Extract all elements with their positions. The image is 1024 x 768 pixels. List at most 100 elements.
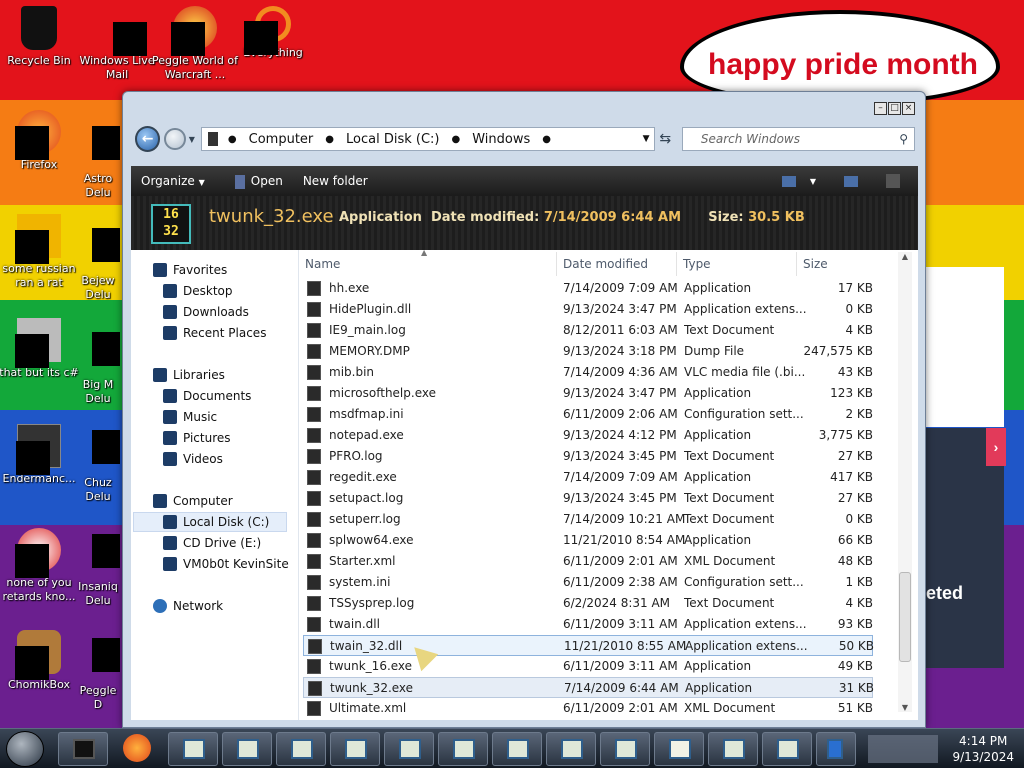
taskbar-app-button[interactable]: [546, 732, 596, 766]
taskbar-app-button[interactable]: [168, 732, 218, 766]
taskbar-app-button[interactable]: [708, 732, 758, 766]
taskbar-app-button[interactable]: [816, 732, 856, 766]
scrollbar-thumb[interactable]: [899, 572, 911, 662]
nav-documents[interactable]: Documents: [163, 386, 251, 406]
file-row[interactable]: PFRO.log 9/13/2024 3:45 PM Text Document 27…: [303, 446, 873, 467]
help-icon[interactable]: [886, 174, 900, 188]
file-row[interactable]: Starter.xml 6/11/2009 2:01 AM XML Document…: [303, 551, 873, 572]
taskbar-explorer-button[interactable]: [58, 732, 108, 766]
desktop-icon-recycle-bin[interactable]: Recycle Bin: [0, 6, 82, 68]
next-arrow-icon[interactable]: ›: [986, 428, 1006, 466]
breadcrumb-separator[interactable]: ●: [542, 134, 551, 145]
close-button[interactable]: ×: [902, 102, 915, 115]
file-row[interactable]: twain.dll 6/11/2009 3:11 AM Application ex…: [303, 614, 873, 635]
explorer-window[interactable]: – □ × ← ▼ ● Computer ● Local Disk (C:) ●…: [122, 91, 926, 728]
taskbar-app-button[interactable]: [762, 732, 812, 766]
breadcrumb-separator[interactable]: ●: [325, 134, 334, 145]
scroll-up-icon[interactable]: ▲: [898, 252, 912, 261]
nav-downloads[interactable]: Downloads: [163, 302, 249, 322]
file-row[interactable]: setupact.log 9/13/2024 3:45 PM Text Docume…: [303, 488, 873, 509]
nav-pictures[interactable]: Pictures: [163, 428, 231, 448]
file-row[interactable]: twain_32.dll 11/21/2010 8:55 AM Applicatio…: [303, 635, 874, 656]
taskbar-firefox-button[interactable]: [113, 732, 163, 766]
taskbar-notepad-button[interactable]: [654, 732, 704, 766]
file-row[interactable]: regedit.exe 7/14/2009 7:09 AM Application 4…: [303, 467, 873, 488]
nav-favorites[interactable]: Favorites: [153, 260, 227, 280]
column-header-date[interactable]: Date modified: [557, 252, 677, 276]
breadcrumb[interactable]: ● Computer ● Local Disk (C:) ● Windows ●…: [200, 127, 655, 151]
breadcrumb-computer[interactable]: Computer: [249, 132, 314, 147]
maximize-button[interactable]: □: [888, 102, 901, 115]
file-row[interactable]: system.ini 6/11/2009 2:38 AM Configuration…: [303, 572, 873, 593]
search-input[interactable]: Search Windows ⚲: [681, 127, 915, 151]
search-icon[interactable]: ⚲: [899, 132, 908, 146]
back-button[interactable]: ←: [135, 126, 161, 152]
nav-network[interactable]: Network: [153, 596, 223, 616]
refresh-icon[interactable]: ⇆: [655, 131, 676, 147]
nav-network-share[interactable]: VM0b0t KevinSite: [163, 554, 289, 574]
taskbar-app-button[interactable]: [222, 732, 272, 766]
breadcrumb-local-disk[interactable]: Local Disk (C:): [346, 132, 439, 147]
preview-pane-icon[interactable]: [844, 175, 858, 187]
tray-icons[interactable]: [868, 735, 938, 763]
desktop-icon-astro-deluxe[interactable]: Astro Delu: [76, 124, 120, 200]
taskbar-app-button[interactable]: [276, 732, 326, 766]
start-button[interactable]: [6, 731, 44, 767]
chevron-down-icon[interactable]: ▼: [810, 177, 816, 186]
file-row[interactable]: twunk_16.exe 6/11/2009 3:11 AM Application…: [303, 656, 873, 677]
column-header-size[interactable]: Size: [797, 252, 875, 276]
desktop-icon-everything[interactable]: Everything: [230, 6, 316, 60]
file-row[interactable]: msdfmap.ini 6/11/2009 2:06 AM Configuratio…: [303, 404, 873, 425]
column-header-name[interactable]: Name: [299, 252, 557, 276]
file-row[interactable]: TSSysprep.log 6/2/2024 8:31 AM Text Docume…: [303, 593, 873, 614]
file-row[interactable]: twunk_32.exe 7/14/2009 6:44 AM Application…: [303, 677, 874, 698]
file-row[interactable]: setuperr.log 7/14/2009 10:21 AM Text Docum…: [303, 509, 873, 530]
breadcrumb-separator[interactable]: ●: [452, 134, 461, 145]
taskbar-app-button[interactable]: [330, 732, 380, 766]
desktop-icon-insaniquarium-deluxe[interactable]: Insaniq Delu: [76, 532, 120, 608]
nav-desktop[interactable]: Desktop: [163, 281, 233, 301]
new-folder-button[interactable]: New folder: [293, 166, 378, 196]
taskbar-app-button[interactable]: [384, 732, 434, 766]
file-row[interactable]: notepad.exe 9/13/2024 4:12 PM Application 3…: [303, 425, 873, 446]
open-button[interactable]: Open: [225, 166, 293, 196]
desktop-icon-bejeweled-deluxe[interactable]: Bejew Delu: [76, 226, 120, 302]
nav-videos[interactable]: Videos: [163, 449, 223, 469]
nav-libraries[interactable]: Libraries: [153, 365, 225, 385]
desktop-icon-csharp[interactable]: that but its c#: [0, 318, 82, 380]
desktop-icon-endermanch[interactable]: Endermanc...: [0, 424, 82, 486]
file-row[interactable]: IE9_main.log 8/12/2011 6:03 AM Text Docume…: [303, 320, 873, 341]
nav-cd-drive[interactable]: CD Drive (E:): [163, 533, 261, 553]
nav-recent-places[interactable]: Recent Places: [163, 323, 266, 343]
desktop-icon-peggle-wow[interactable]: Peggle World of Warcraft ...: [152, 6, 238, 82]
change-view-icon[interactable]: [781, 175, 796, 187]
taskbar-app-button[interactable]: [492, 732, 542, 766]
address-dropdown-icon[interactable]: ▼: [643, 134, 650, 144]
file-row[interactable]: HidePlugin.dll 9/13/2024 3:47 PM Applicati…: [303, 299, 873, 320]
taskbar-app-button[interactable]: [600, 732, 650, 766]
file-row[interactable]: microsofthelp.exe 9/13/2024 3:47 PM Applic…: [303, 383, 873, 404]
file-row[interactable]: mib.bin 7/14/2009 4:36 AM VLC media file (…: [303, 362, 873, 383]
desktop-icon-chomikbox[interactable]: ChomikBox: [0, 630, 82, 692]
taskbar-app-button[interactable]: [438, 732, 488, 766]
desktop-icon-russian-rat[interactable]: some russian ran a rat: [0, 214, 82, 290]
desktop-icon-none-of-you[interactable]: none of you retards kno...: [0, 528, 82, 604]
file-row[interactable]: splwow64.exe 11/21/2010 8:54 AM Applicatio…: [303, 530, 873, 551]
column-header-type[interactable]: Type: [677, 252, 797, 276]
file-row[interactable]: Ultimate.xml 6/11/2009 2:01 AM XML Documen…: [303, 698, 873, 719]
minimize-button[interactable]: –: [874, 102, 887, 115]
recent-pages-dropdown-icon[interactable]: ▼: [189, 135, 195, 144]
nav-music[interactable]: Music: [163, 407, 217, 427]
scroll-down-icon[interactable]: ▼: [898, 703, 912, 712]
clock[interactable]: 4:14 PM 9/13/2024: [952, 733, 1014, 765]
organize-button[interactable]: Organize ▼: [131, 166, 215, 196]
file-row[interactable]: MEMORY.DMP 9/13/2024 3:18 PM Dump File 247,…: [303, 341, 873, 362]
nav-local-disk[interactable]: Local Disk (C:): [133, 512, 287, 532]
nav-computer[interactable]: Computer: [153, 491, 233, 511]
desktop-icon-windows-live-mail[interactable]: Windows Live Mail: [74, 6, 160, 82]
breadcrumb-windows[interactable]: Windows: [472, 132, 530, 147]
vertical-scrollbar[interactable]: ▲ ▼: [898, 252, 912, 712]
desktop-icon-firefox[interactable]: Firefox: [0, 110, 82, 172]
forward-button[interactable]: [164, 128, 186, 150]
breadcrumb-separator[interactable]: ●: [228, 134, 237, 145]
